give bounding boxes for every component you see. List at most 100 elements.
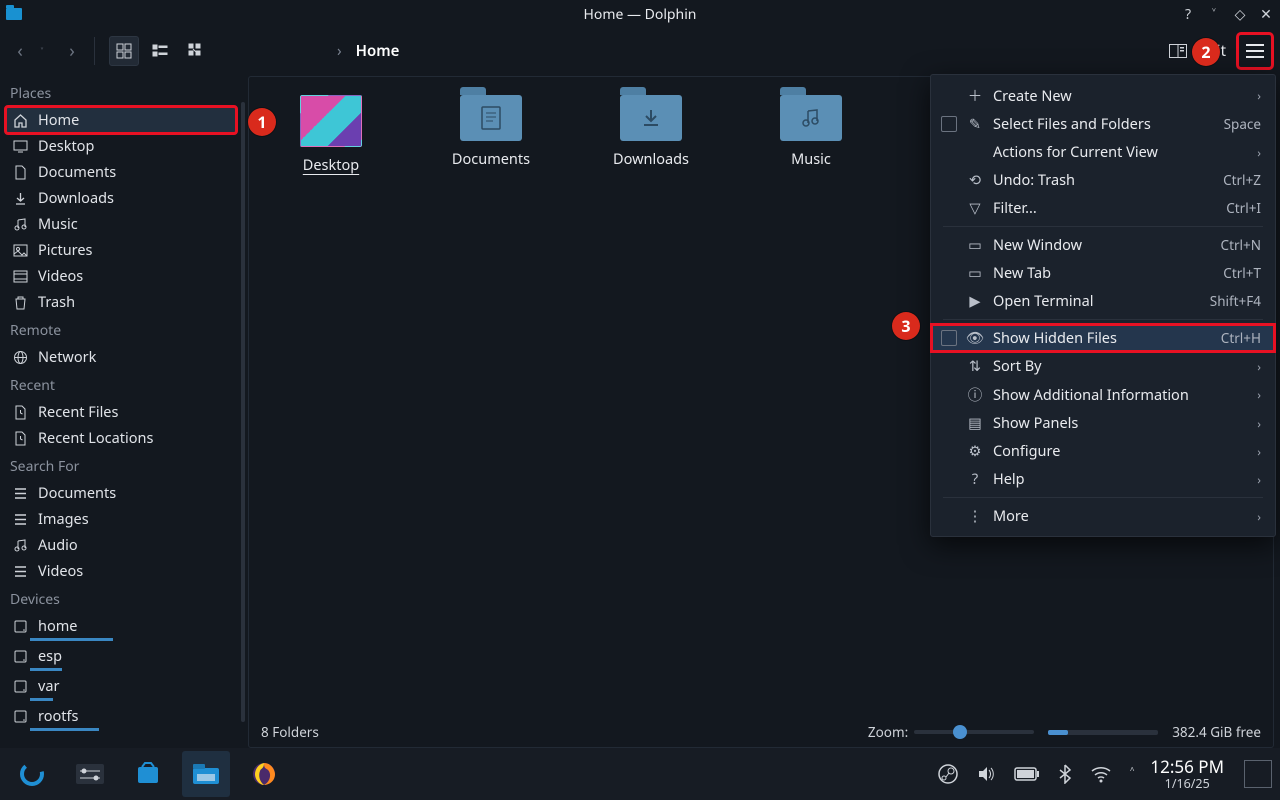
menu-show-panels[interactable]: ▤Show Panels› <box>931 409 1275 437</box>
sidebar-item-trash[interactable]: Trash <box>6 289 236 315</box>
menu-open-terminal[interactable]: ▶Open TerminalShift+F4 <box>931 287 1275 315</box>
pictures-icon <box>12 242 28 258</box>
menu-undo-trash[interactable]: ⟲Undo: TrashCtrl+Z <box>931 166 1275 194</box>
sidebar-item-label: Desktop <box>38 136 94 156</box>
folder-desktop[interactable]: Desktop <box>281 95 381 175</box>
sidebar-item-label: Pictures <box>38 240 93 260</box>
app-launcher-icon[interactable] <box>8 751 56 797</box>
clock[interactable]: 12:56 PM 1/16/25 <box>1150 757 1224 791</box>
sidebar-item-recent-files[interactable]: Recent Files <box>6 399 236 425</box>
sidebar-item-recent-locations[interactable]: Recent Locations <box>6 425 236 451</box>
menu-shortcut: Ctrl+N <box>1221 236 1261 254</box>
folder-icon <box>620 95 682 141</box>
sidebar-item-label: Documents <box>38 162 116 182</box>
breadcrumb[interactable]: › Home <box>337 41 399 61</box>
back-button[interactable]: ‹ <box>8 39 32 63</box>
menu-new-tab[interactable]: ▭ New Tab Ctrl+T <box>931 259 1275 287</box>
view-compact-button[interactable] <box>145 36 175 66</box>
chevron-right-icon: › <box>1257 87 1261 104</box>
annotation-badge-2: 2 <box>1192 38 1220 66</box>
back-history-icon[interactable]: ˅ <box>30 39 54 63</box>
folder-downloads[interactable]: Downloads <box>601 95 701 175</box>
recent-files-icon <box>12 404 28 420</box>
folder-icon <box>460 95 522 141</box>
desktop-icon <box>12 138 28 154</box>
steam-tray-icon[interactable] <box>938 764 958 784</box>
sidebar-item-sf-videos[interactable]: Videos <box>6 558 236 584</box>
sf-images-icon <box>12 511 28 527</box>
menu-shortcut: Ctrl+T <box>1223 264 1261 282</box>
folder-music[interactable]: Music <box>761 95 861 175</box>
view-icons-button[interactable] <box>109 36 139 66</box>
sidebar-item-sf-images[interactable]: Images <box>6 506 236 532</box>
sidebar-item-dev-rootfs[interactable]: rootfs <box>6 703 236 729</box>
sidebar-item-label: esp <box>38 646 62 666</box>
menu-filter-[interactable]: ▽Filter...Ctrl+I <box>931 194 1275 222</box>
menu-create-new[interactable]: ＋Create New› <box>931 81 1275 110</box>
menu-new-window[interactable]: ▭New WindowCtrl+N <box>931 231 1275 259</box>
sidebar-item-sf-audio[interactable]: Audio <box>6 532 236 558</box>
menu-label: New Tab <box>993 263 1213 283</box>
volume-tray-icon[interactable] <box>976 764 996 784</box>
discover-launcher-icon[interactable] <box>124 751 172 797</box>
sidebar-item-music[interactable]: Music <box>6 211 236 237</box>
sidebar-item-network[interactable]: Network <box>6 344 236 370</box>
menu-select-files-and-folders[interactable]: ✎Select Files and FoldersSpace <box>931 110 1275 138</box>
wifi-tray-icon[interactable] <box>1090 765 1112 783</box>
sidebar-item-label: Recent Locations <box>38 428 153 448</box>
trash-icon <box>12 294 28 310</box>
bluetooth-tray-icon[interactable] <box>1058 764 1072 784</box>
sidebar-item-videos[interactable]: Videos <box>6 263 236 289</box>
menu-show-hidden-files[interactable]: 👁Show Hidden FilesCtrl+H <box>931 324 1275 352</box>
tray-expand-icon[interactable]: ˄ <box>1130 763 1135 785</box>
chevron-right-icon: › <box>1257 443 1261 460</box>
sidebar-item-sf-documents[interactable]: Documents <box>6 480 236 506</box>
menu-shortcut: Ctrl+H <box>1221 329 1261 347</box>
status-summary: 8 Folders <box>261 723 319 741</box>
menu-more[interactable]: ⋮More› <box>931 502 1275 530</box>
sidebar-item-desktop[interactable]: Desktop <box>6 133 236 159</box>
sidebar-scrollbar[interactable] <box>238 74 248 748</box>
titlebar: Home — Dolphin ? ˅ ◇ ✕ <box>0 0 1280 28</box>
battery-tray-icon[interactable] <box>1014 767 1040 781</box>
folder-documents[interactable]: Documents <box>441 95 541 175</box>
forward-button[interactable]: › <box>60 39 84 63</box>
checkbox-icon <box>941 330 957 346</box>
sidebar-item-downloads[interactable]: Downloads <box>6 185 236 211</box>
sidebar-section-label: Recent <box>6 370 236 399</box>
sidebar-item-pictures[interactable]: Pictures <box>6 237 236 263</box>
sidebar-item-dev-esp[interactable]: esp <box>6 643 236 669</box>
split-icon <box>1169 44 1187 58</box>
menu-label: Show Additional Information <box>993 385 1247 405</box>
videos-icon <box>12 268 28 284</box>
folder-icon <box>780 95 842 141</box>
sidebar-item-label: Images <box>38 509 89 529</box>
chevron-right-icon: › <box>1257 508 1261 525</box>
menu-show-additional-information[interactable]: ⓘShow Additional Information› <box>931 380 1275 409</box>
tab-icon: ▭ <box>967 263 983 283</box>
firefox-launcher-icon[interactable] <box>240 751 288 797</box>
menu-shortcut: Space <box>1224 115 1261 133</box>
sidebar-item-dev-var[interactable]: var <box>6 673 236 699</box>
disk-free-label: 382.4 GiB free <box>1172 723 1261 741</box>
zoom-control[interactable]: Zoom: <box>868 723 1034 741</box>
sidebar-item-label: Videos <box>38 561 83 581</box>
sidebar-item-label: Network <box>38 347 96 367</box>
sidebar-item-home[interactable]: Home <box>6 107 236 133</box>
menu-configure[interactable]: ⚙Configure› <box>931 437 1275 465</box>
menu-actions-for-current-view[interactable]: Actions for Current View› <box>931 138 1275 166</box>
music-icon <box>12 216 28 232</box>
sidebar-item-dev-home[interactable]: home <box>6 613 236 639</box>
chevron-right-icon: › <box>337 41 342 61</box>
menu-shortcut: Ctrl+I <box>1226 199 1261 217</box>
show-desktop-button[interactable] <box>1244 760 1272 788</box>
hamburger-menu-button[interactable] <box>1238 34 1272 68</box>
settings-launcher-icon[interactable] <box>66 751 114 797</box>
folder-label: Desktop <box>303 155 359 175</box>
annotation-badge-3: 3 <box>892 312 920 340</box>
dolphin-launcher-icon[interactable] <box>182 751 230 797</box>
menu-sort-by[interactable]: ⇅Sort By› <box>931 352 1275 380</box>
sidebar-item-documents[interactable]: Documents <box>6 159 236 185</box>
view-details-button[interactable] <box>181 36 211 66</box>
menu-help[interactable]: ?Help› <box>931 465 1275 493</box>
